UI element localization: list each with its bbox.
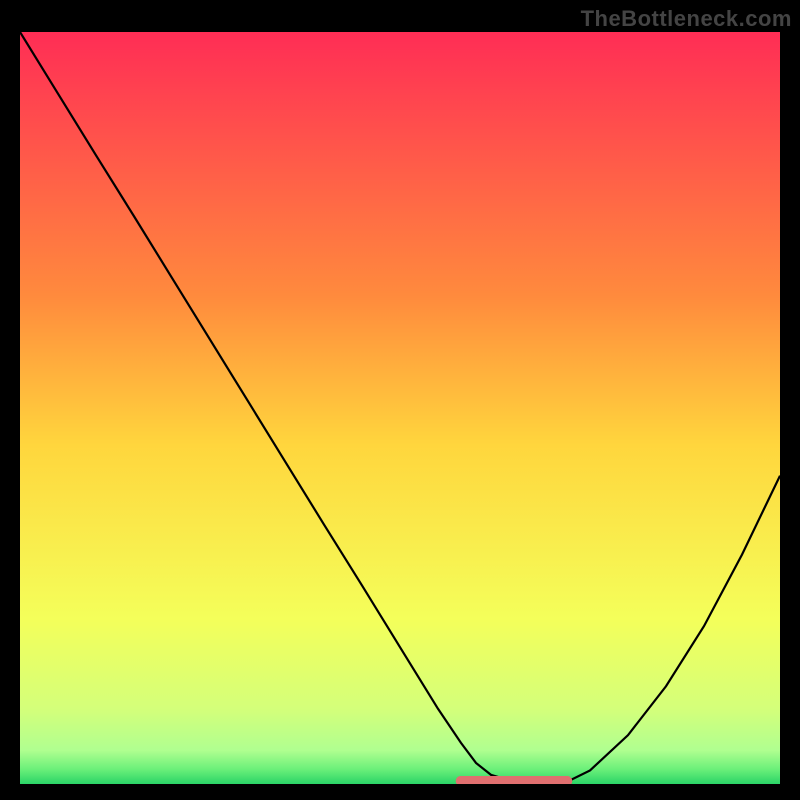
optimal-range-marker: [456, 776, 572, 784]
plot-area: [20, 32, 780, 784]
watermark-text: TheBottleneck.com: [581, 6, 792, 32]
gradient-background: [20, 32, 780, 784]
chart-container: TheBottleneck.com: [0, 0, 800, 800]
chart-svg: [20, 32, 780, 784]
